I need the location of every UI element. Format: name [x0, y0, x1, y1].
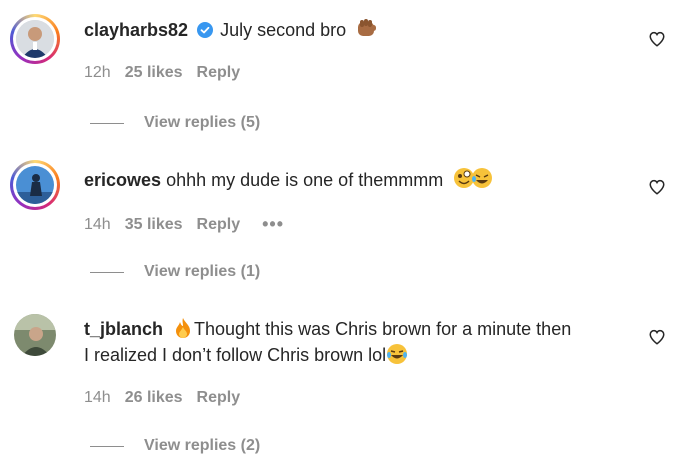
comment-text: ericowes ohhh my dude is one of themmmm: [84, 166, 624, 193]
view-replies-label: View replies (2): [144, 437, 261, 454]
comment-time: 14h: [84, 215, 111, 233]
reply-button[interactable]: Reply: [197, 64, 241, 82]
like-heart-icon[interactable]: [648, 30, 666, 48]
zany-rofl-emoji-icon: [454, 168, 493, 188]
reply-button[interactable]: Reply: [197, 216, 241, 234]
joy-emoji-icon: [387, 344, 408, 364]
view-replies-label: View replies (1): [144, 263, 261, 280]
comment-meta: 14h 26 likes Reply: [84, 389, 254, 407]
avatar[interactable]: [10, 14, 60, 64]
comment-body: ohhh my dude is one of themmmm: [166, 170, 444, 190]
fist-bump-emoji-icon: [358, 19, 377, 36]
divider-line: [90, 271, 124, 273]
divider-line: [90, 445, 124, 447]
like-heart-icon[interactable]: [648, 178, 666, 196]
comment-body: July second bro: [220, 20, 347, 40]
comment-text: clayharbs82 July second bro: [84, 16, 624, 43]
like-heart-icon[interactable]: [648, 328, 666, 346]
likes-count[interactable]: 35 likes: [125, 216, 183, 234]
avatar-photo: [14, 314, 56, 356]
more-options-button[interactable]: •••: [262, 214, 284, 235]
comment-meta: 14h 35 likes Reply •••: [84, 214, 298, 235]
view-replies-label: View replies (5): [144, 114, 261, 131]
comment-body-line-2: I realized I don’t follow Chris brown lo…: [84, 345, 387, 365]
fire-emoji-icon: [176, 318, 191, 338]
avatar[interactable]: [10, 160, 60, 210]
comment-time: 14h: [84, 389, 111, 406]
avatar-photo: [16, 20, 54, 58]
likes-count[interactable]: 26 likes: [125, 389, 183, 407]
reply-button[interactable]: Reply: [197, 389, 241, 407]
comment-username[interactable]: t_jblanch: [84, 319, 163, 339]
avatar[interactable]: [10, 310, 60, 360]
verified-badge-icon: [197, 22, 214, 38]
view-replies-button[interactable]: View replies (5): [90, 114, 260, 132]
likes-count[interactable]: 25 likes: [125, 64, 183, 82]
comment-text: t_jblanch Thought this was Chris brown f…: [84, 316, 624, 368]
view-replies-button[interactable]: View replies (1): [90, 263, 260, 281]
view-replies-button[interactable]: View replies (2): [90, 437, 260, 455]
comment-meta: 12h 25 likes Reply: [84, 64, 254, 82]
avatar-photo: [16, 166, 54, 204]
comment-username[interactable]: ericowes: [84, 170, 161, 190]
divider-line: [90, 122, 124, 124]
comment-body-line-1: Thought this was Chris brown for a minut…: [194, 319, 572, 339]
comment-time: 12h: [84, 64, 111, 81]
comment-username[interactable]: clayharbs82: [84, 20, 188, 40]
